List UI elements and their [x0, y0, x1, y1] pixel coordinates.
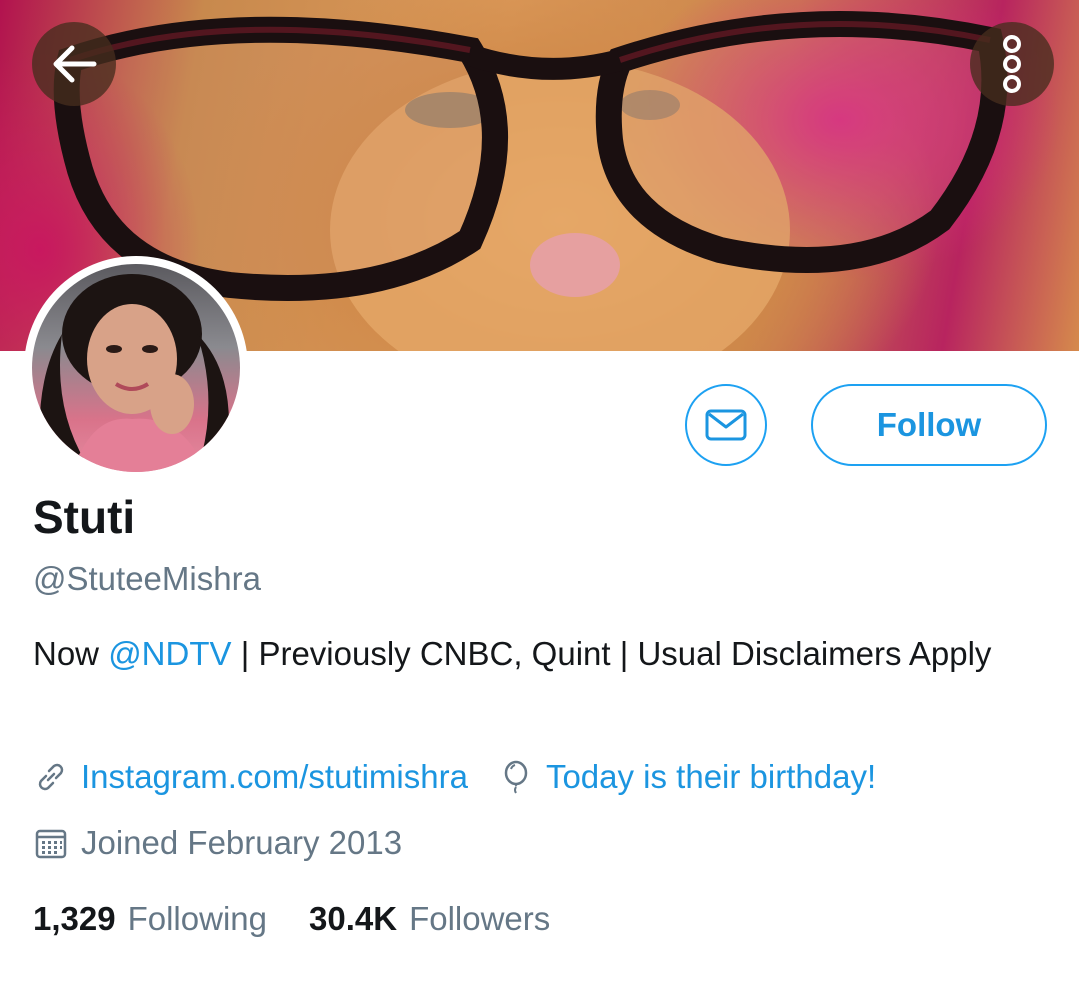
profile-meta-row-2: Joined February 2013 — [33, 824, 402, 862]
following-count: 1,329 — [33, 900, 116, 937]
following-label: Following — [127, 900, 267, 937]
followers-label: Followers — [409, 900, 551, 937]
profile-stats: 1,329 Following 30.4K Followers — [33, 900, 550, 938]
bio-text-rest: | Previously CNBC, Quint | Usual Disclai… — [231, 635, 992, 672]
bio-mention-link[interactable]: @NDTV — [108, 635, 231, 672]
followers-stat[interactable]: 30.4K Followers — [309, 900, 550, 938]
calendar-icon — [35, 829, 67, 859]
avatar[interactable] — [24, 256, 248, 480]
arrow-left-icon — [53, 45, 97, 83]
profile-name: Stuti — [33, 491, 136, 543]
avatar-image — [32, 264, 240, 472]
profile-handle: @StuteeMishra — [33, 560, 261, 597]
bio-text-prefix: Now — [33, 635, 109, 672]
more-options-button[interactable] — [970, 22, 1054, 106]
balloon-icon — [504, 760, 528, 794]
follow-button[interactable]: Follow — [811, 384, 1047, 466]
profile-meta-row-1: Instagram.com/stutimishra Today is their… — [33, 758, 876, 796]
joined-date: Joined February 2013 — [81, 824, 403, 861]
birthday-text: Today is their birthday! — [545, 758, 877, 795]
back-button[interactable] — [32, 22, 116, 106]
profile-bio: Now @NDTV | Previously CNBC, Quint | Usu… — [33, 632, 1033, 676]
envelope-icon — [705, 409, 747, 441]
following-stat[interactable]: 1,329 Following — [33, 900, 267, 938]
link-icon — [38, 763, 64, 791]
followers-count: 30.4K — [309, 900, 398, 937]
vertical-dots-icon — [1003, 35, 1021, 93]
message-button[interactable] — [685, 384, 767, 466]
website-link[interactable]: Instagram.com/stutimishra — [81, 758, 468, 796]
